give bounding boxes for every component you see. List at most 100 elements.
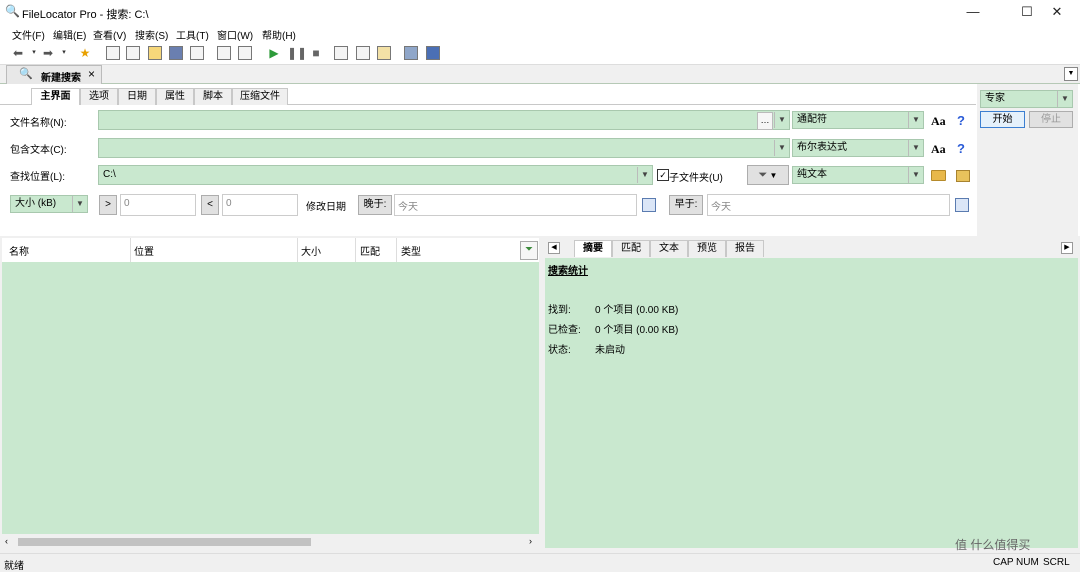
tab-archives[interactable]: 压缩文件 xyxy=(232,88,288,105)
before-button[interactable]: 早于: xyxy=(669,195,703,215)
open-folder-icon[interactable] xyxy=(148,46,162,60)
scrollbar-thumb[interactable] xyxy=(18,538,311,546)
help-icon[interactable]: ? xyxy=(957,113,965,128)
tab-script[interactable]: 脚本 xyxy=(194,88,232,105)
menu-file[interactable]: 文件(F) xyxy=(12,27,45,42)
help-book-icon[interactable] xyxy=(426,46,440,60)
column-filter-icon[interactable]: ⏷ xyxy=(520,241,538,260)
tab-scroll-right-icon[interactable]: ▶ xyxy=(1061,242,1073,254)
location-input[interactable]: C:\ ▼ xyxy=(98,165,653,185)
content-dropdown-icon[interactable]: ▼ xyxy=(774,140,789,156)
tab-options[interactable]: 选项 xyxy=(80,88,118,105)
export-icon[interactable] xyxy=(190,46,204,60)
content-input[interactable]: ▼ xyxy=(98,138,790,158)
min-size-input[interactable]: 0 xyxy=(120,194,196,216)
menu-edit[interactable]: 编辑(E) xyxy=(53,27,86,42)
menu-window[interactable]: 窗口(W) xyxy=(217,27,253,42)
checked-value: 0 个项目 (0.00 KB) xyxy=(595,325,679,336)
column-match[interactable]: 匹配 xyxy=(360,243,380,258)
tab-new-search[interactable]: 🔍 新建搜索 × xyxy=(6,65,102,84)
size-unit-select[interactable]: 大小 (kB) ▼ xyxy=(10,195,88,213)
greater-than-button[interactable]: > xyxy=(99,195,117,215)
location-dropdown-icon[interactable]: ▼ xyxy=(637,167,652,183)
play-icon[interactable]: ▶ xyxy=(266,45,282,61)
less-than-button[interactable]: < xyxy=(201,195,219,215)
tab-report[interactable]: 报告 xyxy=(726,240,764,257)
modified-date-label: 修改日期 xyxy=(306,202,346,213)
chevron-down-icon: ▼ xyxy=(72,196,87,212)
browse-ellipsis-button[interactable]: … xyxy=(757,112,773,130)
column-size[interactable]: 大小 xyxy=(301,243,321,258)
back-arrow-icon[interactable]: ⬅ xyxy=(10,45,26,61)
file-type-select[interactable]: 纯文本 ▼ xyxy=(792,166,924,184)
print-preview-icon[interactable] xyxy=(238,46,252,60)
filter-funnel-icon: ⏷ xyxy=(758,169,768,181)
minimize-button[interactable]: — xyxy=(950,0,996,24)
tab-date[interactable]: 日期 xyxy=(118,88,156,105)
pause-icon[interactable]: ❚❚ xyxy=(287,45,307,61)
pane-splitter[interactable] xyxy=(540,238,544,550)
match-case-icon[interactable]: Aa xyxy=(931,142,946,157)
help-icon[interactable]: ? xyxy=(957,141,965,156)
folder-icon[interactable] xyxy=(931,170,946,181)
scroll-left-icon[interactable]: ‹ xyxy=(5,536,8,546)
favorites-star-icon[interactable]: ★ xyxy=(77,45,93,61)
window-layout-icon[interactable] xyxy=(334,46,348,60)
menu-search[interactable]: 搜索(S) xyxy=(135,27,168,42)
folder-tree-icon[interactable] xyxy=(956,170,970,182)
column-type[interactable]: 类型 xyxy=(401,243,421,258)
chevron-down-icon: ▼ xyxy=(908,140,923,156)
copy-document-icon[interactable] xyxy=(126,46,140,60)
column-location[interactable]: 位置 xyxy=(134,243,154,258)
tab-summary[interactable]: 摘要 xyxy=(574,240,612,257)
start-button[interactable]: 开始 xyxy=(980,111,1025,128)
printer-icon[interactable] xyxy=(404,46,418,60)
content-label: 包含文本(C): xyxy=(10,145,67,156)
mode-select[interactable]: 专家 ▼ xyxy=(980,90,1073,108)
save-icon[interactable] xyxy=(169,46,183,60)
after-date-input[interactable]: 今天 xyxy=(394,194,637,216)
menu-view[interactable]: 查看(V) xyxy=(93,27,126,42)
max-size-input[interactable]: 0 xyxy=(222,194,298,216)
edit-document-icon[interactable] xyxy=(377,46,391,60)
tab-matches[interactable]: 匹配 xyxy=(612,240,650,257)
tab-menu-dropdown-icon[interactable]: ▼ xyxy=(1064,67,1078,81)
menu-tools[interactable]: 工具(T) xyxy=(176,27,209,42)
filename-dropdown-icon[interactable]: ▼ xyxy=(774,112,789,128)
close-button[interactable]: ✕ xyxy=(1034,0,1080,24)
scroll-right-icon[interactable]: › xyxy=(529,536,532,546)
found-value: 0 个项目 (0.00 KB) xyxy=(595,305,679,316)
column-name[interactable]: 名称 xyxy=(9,243,29,258)
num-indicator: NUM xyxy=(1016,557,1039,568)
tab-scroll-left-icon[interactable]: ◀ xyxy=(548,242,560,254)
stop-icon[interactable]: ■ xyxy=(308,45,324,61)
report-icon[interactable] xyxy=(217,46,231,60)
split-view-icon[interactable] xyxy=(356,46,370,60)
after-button[interactable]: 晚于: xyxy=(358,195,392,215)
subfolders-checkbox[interactable]: ✓ xyxy=(657,169,669,181)
forward-dropdown-icon[interactable]: ▾ xyxy=(56,45,72,61)
window-title: FileLocator Pro - 搜索: C:\ xyxy=(22,9,149,21)
forward-arrow-icon[interactable]: ➡ xyxy=(40,45,56,61)
filename-input[interactable]: … ▼ xyxy=(98,110,790,130)
content-mode-select[interactable]: 布尔表达式 ▼ xyxy=(792,139,924,157)
calendar-icon[interactable] xyxy=(955,198,969,212)
filter-button[interactable]: ⏷ ▼ xyxy=(747,165,789,185)
tab-close-icon[interactable]: × xyxy=(88,67,95,81)
menu-help[interactable]: 帮助(H) xyxy=(262,27,296,42)
match-case-icon[interactable]: Aa xyxy=(931,114,946,129)
scrl-indicator: SCRL xyxy=(1043,557,1070,568)
tab-text[interactable]: 文本 xyxy=(650,240,688,257)
filename-mode-select[interactable]: 通配符 ▼ xyxy=(792,111,924,129)
new-document-icon[interactable] xyxy=(106,46,120,60)
results-list[interactable] xyxy=(2,262,539,534)
before-date-input[interactable]: 今天 xyxy=(707,194,950,216)
calendar-icon[interactable] xyxy=(642,198,656,212)
tab-preview[interactable]: 预览 xyxy=(688,240,726,257)
menu-bar: 文件(F) 编辑(E) 查看(V) 搜索(S) 工具(T) 窗口(W) 帮助(H… xyxy=(0,24,1080,43)
stop-button[interactable]: 停止 xyxy=(1029,111,1073,128)
tab-main[interactable]: 主界面 xyxy=(31,88,80,105)
results-horizontal-scrollbar[interactable]: ‹ › xyxy=(2,534,539,550)
app-search-icon: 🔍 xyxy=(5,4,20,18)
tab-attributes[interactable]: 属性 xyxy=(156,88,194,105)
